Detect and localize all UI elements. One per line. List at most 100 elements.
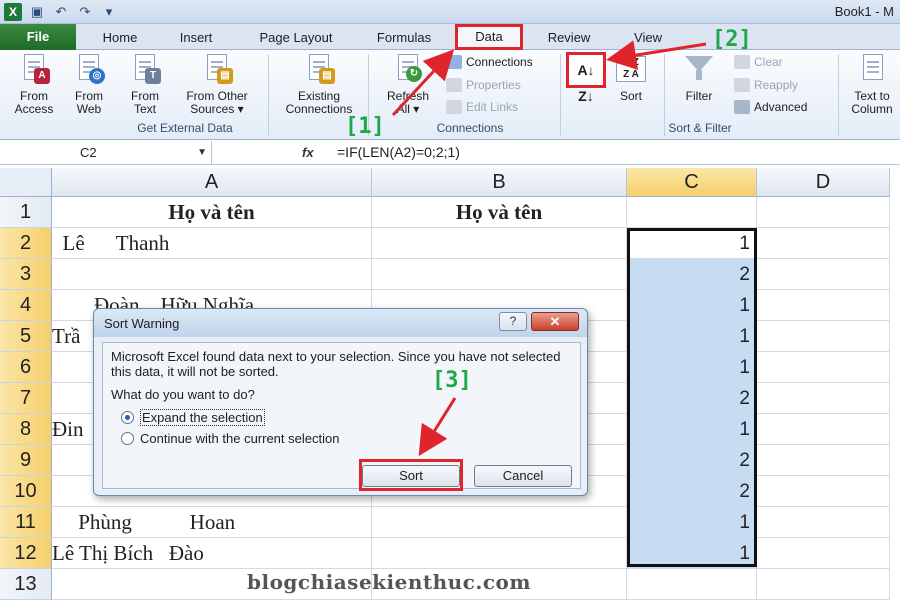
cell-c5[interactable]: 1 (627, 321, 757, 352)
cell-c3[interactable]: 2 (627, 259, 757, 290)
row-header-13[interactable]: 13 (0, 569, 52, 600)
tab-data[interactable]: Data (455, 24, 523, 50)
formula-bar: C2 ▼ fx =IF(LEN(A2)=0;2;1) (0, 141, 900, 165)
sort-ascending-icon: A↓ (577, 62, 595, 78)
tab-formulas[interactable]: Formulas (368, 28, 440, 48)
edit-links-button[interactable]: Edit Links (446, 100, 518, 114)
column-header-d[interactable]: D (757, 168, 890, 197)
cell-b12[interactable] (372, 538, 627, 569)
row-header-2[interactable]: 2 (0, 228, 52, 259)
text-to-columns-button[interactable]: Text to Column (844, 52, 900, 116)
tab-review[interactable]: Review (538, 28, 600, 48)
option-expand-selection[interactable]: Expand the selection (121, 409, 265, 426)
from-text-button[interactable]: T From Text (120, 52, 170, 116)
tab-file[interactable]: File (0, 24, 76, 50)
dialog-sort-button[interactable]: Sort (362, 465, 460, 487)
cell-d2[interactable] (757, 228, 890, 259)
cell-a12[interactable]: Lê Thị Bích Đào (52, 538, 372, 569)
cell-d9[interactable] (757, 445, 890, 476)
cell-d7[interactable] (757, 383, 890, 414)
refresh-all-button[interactable]: ↻ Refresh All ▾ (378, 52, 438, 116)
cell-b11[interactable] (372, 507, 627, 538)
column-header-b[interactable]: B (372, 168, 627, 197)
radio-unselected-icon[interactable] (121, 432, 134, 445)
filter-button[interactable]: Filter (674, 52, 724, 103)
connections-button[interactable]: Connections (446, 55, 533, 69)
sort-a-to-z-button[interactable]: A↓ (566, 52, 606, 88)
help-button[interactable]: ? (499, 312, 527, 331)
row-header-6[interactable]: 6 (0, 352, 52, 383)
row-header-3[interactable]: 3 (0, 259, 52, 290)
option-continue-current-selection[interactable]: Continue with the current selection (121, 431, 339, 446)
sort-z-to-a-button[interactable]: Z↓ (568, 89, 604, 103)
sort-button[interactable]: A ZZ A Sort (610, 52, 652, 103)
cell-c2[interactable]: 1 (627, 228, 757, 259)
connection-file-icon: ▤ (319, 68, 335, 84)
column-header-c[interactable]: C (627, 168, 757, 197)
group-label-get-external-data: Get External Data (137, 121, 233, 135)
cell-a2[interactable]: Lê Thanh (52, 228, 372, 259)
radio-selected-icon[interactable] (121, 411, 134, 424)
tab-home[interactable]: Home (92, 28, 148, 48)
cell-a1[interactable]: Họ và tên (52, 197, 372, 228)
cell-d12[interactable] (757, 538, 890, 569)
cell-b1[interactable]: Họ và tên (372, 197, 627, 228)
cell-a3[interactable] (52, 259, 372, 290)
row-header-11[interactable]: 11 (0, 507, 52, 538)
row-header-5[interactable]: 5 (0, 321, 52, 352)
row-header-9[interactable]: 9 (0, 445, 52, 476)
save-icon[interactable]: ▣ (28, 3, 46, 21)
name-box[interactable]: C2 ▼ (0, 141, 212, 164)
dialog-cancel-button[interactable]: Cancel (474, 465, 572, 487)
from-other-sources-button[interactable]: ▤ From Other Sources ▾ (174, 52, 260, 116)
cell-d4[interactable] (757, 290, 890, 321)
cell-c7[interactable]: 2 (627, 383, 757, 414)
cell-c9[interactable]: 2 (627, 445, 757, 476)
cell-c4[interactable]: 1 (627, 290, 757, 321)
cell-d5[interactable] (757, 321, 890, 352)
cell-d8[interactable] (757, 414, 890, 445)
cell-c1[interactable] (627, 197, 757, 228)
cell-c13[interactable] (627, 569, 757, 600)
properties-button[interactable]: Properties (446, 78, 521, 92)
cell-a11[interactable]: Phùng Hoan (52, 507, 372, 538)
clear-button[interactable]: Clear (734, 55, 783, 69)
customize-qat-icon[interactable]: ▾ (100, 3, 118, 21)
close-button[interactable]: ✕ (531, 312, 579, 331)
cell-c10[interactable]: 2 (627, 476, 757, 507)
cell-b2[interactable] (372, 228, 627, 259)
cell-d13[interactable] (757, 569, 890, 600)
cell-d11[interactable] (757, 507, 890, 538)
row-header-7[interactable]: 7 (0, 383, 52, 414)
column-header-a[interactable]: A (52, 168, 372, 197)
row-header-10[interactable]: 10 (0, 476, 52, 507)
existing-connections-button[interactable]: ▤ Existing Connections (278, 52, 360, 116)
cell-c6[interactable]: 1 (627, 352, 757, 383)
reapply-button[interactable]: Reapply (734, 78, 798, 92)
row-header-1[interactable]: 1 (0, 197, 52, 228)
undo-icon[interactable]: ↶ (52, 3, 70, 21)
dialog-body: Microsoft Excel found data next to your … (102, 342, 581, 491)
row-header-4[interactable]: 4 (0, 290, 52, 321)
insert-function-icon[interactable]: fx (302, 141, 314, 164)
tab-page-layout[interactable]: Page Layout (248, 28, 344, 48)
cell-c12[interactable]: 1 (627, 538, 757, 569)
from-web-button[interactable]: ◎ From Web (64, 52, 114, 116)
cell-d6[interactable] (757, 352, 890, 383)
formula-input[interactable]: =IF(LEN(A2)=0;2;1) (337, 141, 460, 164)
cell-c11[interactable]: 1 (627, 507, 757, 538)
advanced-button[interactable]: Advanced (734, 100, 807, 114)
tab-view[interactable]: View (622, 28, 674, 48)
row-header-8[interactable]: 8 (0, 414, 52, 445)
from-access-button[interactable]: A From Access (8, 52, 60, 116)
cell-d3[interactable] (757, 259, 890, 290)
row-header-12[interactable]: 12 (0, 538, 52, 569)
tab-insert[interactable]: Insert (168, 28, 224, 48)
name-box-dropdown-icon[interactable]: ▼ (197, 141, 207, 164)
cell-d10[interactable] (757, 476, 890, 507)
select-all-corner[interactable] (0, 168, 52, 197)
redo-icon[interactable]: ↷ (76, 3, 94, 21)
cell-c8[interactable]: 1 (627, 414, 757, 445)
cell-b3[interactable] (372, 259, 627, 290)
cell-d1[interactable] (757, 197, 890, 228)
